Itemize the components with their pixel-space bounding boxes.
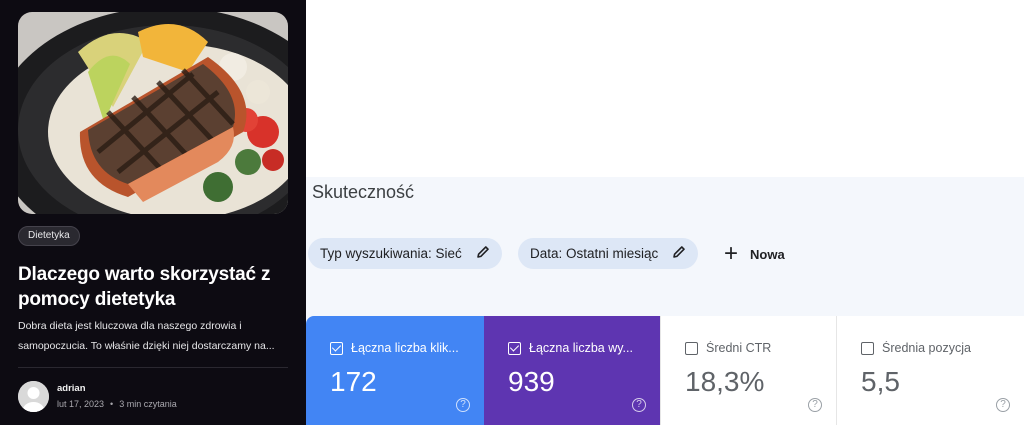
metric-card-average-position[interactable]: Średnia pozycja 5,5 ? [836, 316, 1024, 425]
author-name[interactable]: adrian [57, 383, 86, 394]
post-meta: lut 17, 2023 • 3 min czytania [57, 399, 177, 409]
help-icon[interactable]: ? [808, 398, 822, 412]
filter-chip-search-type[interactable]: Typ wyszukiwania: Sieć [308, 238, 502, 269]
metric-label: Średnia pozycja [882, 341, 971, 355]
user-placeholder-icon [18, 381, 49, 412]
metric-card-total-impressions[interactable]: Łączna liczba wy... 939 ? [484, 316, 660, 425]
meta-separator: • [110, 399, 114, 409]
post-excerpt: Dobra dieta jest kluczowa dla naszego zd… [18, 320, 275, 352]
metric-label: Średni CTR [706, 341, 772, 355]
post-title[interactable]: Dlaczego warto skorzystać z pomocy diete… [18, 262, 293, 312]
pencil-icon[interactable] [476, 239, 490, 270]
post-image-salmon-bowl[interactable] [18, 12, 288, 214]
help-icon[interactable]: ? [996, 398, 1010, 412]
divider [18, 367, 288, 368]
metric-value: 939 [508, 366, 555, 397]
blog-post-card[interactable]: Dietetyka Dlaczego warto skorzystać z po… [0, 0, 306, 425]
metric-label: Łączna liczba klik... [351, 341, 459, 355]
filter-chip-label: Data: Ostatni miesiąc [530, 246, 659, 261]
metric-card-total-clicks[interactable]: Łączna liczba klik... 172 ? [306, 316, 484, 425]
help-icon[interactable]: ? [632, 398, 646, 412]
filter-chip-label: Typ wyszukiwania: Sieć [320, 246, 462, 261]
author-avatar[interactable] [18, 381, 49, 412]
plus-icon: + [724, 240, 739, 267]
read-time: 3 min czytania [119, 399, 177, 409]
category-badge[interactable]: Dietetyka [18, 226, 80, 246]
metric-header: Średnia pozycja [861, 341, 1001, 355]
metric-value: 18,3% [685, 366, 765, 397]
add-filter-button[interactable]: + Nowa [724, 240, 785, 268]
post-date: lut 17, 2023 [57, 399, 105, 409]
pencil-icon[interactable] [672, 239, 686, 270]
add-filter-label: Nowa [750, 246, 785, 262]
page-title: Skuteczność [312, 182, 415, 202]
performance-panel: Skuteczność Typ wyszukiwania: Sieć Data:… [306, 177, 1024, 425]
screenshot-root: Dietetyka Dlaczego warto skorzystać z po… [0, 0, 1024, 425]
metric-checkbox[interactable] [508, 341, 521, 355]
metric-checkbox[interactable] [861, 341, 874, 355]
metric-checkbox[interactable] [685, 341, 698, 355]
metric-header: Łączna liczba wy... [508, 341, 648, 355]
filter-chip-date[interactable]: Data: Ostatni miesiąc [518, 238, 699, 270]
metric-value: 5,5 [861, 366, 900, 397]
metric-header: Średni CTR [685, 341, 825, 355]
help-icon[interactable]: ? [456, 398, 470, 412]
metric-label: Łączna liczba wy... [529, 341, 633, 355]
metric-value: 172 [330, 366, 377, 397]
metric-header: Łączna liczba klik... [330, 341, 470, 355]
metric-card-average-ctr[interactable]: Średni CTR 18,3% ? [660, 316, 836, 425]
metric-checkbox[interactable] [330, 341, 343, 355]
